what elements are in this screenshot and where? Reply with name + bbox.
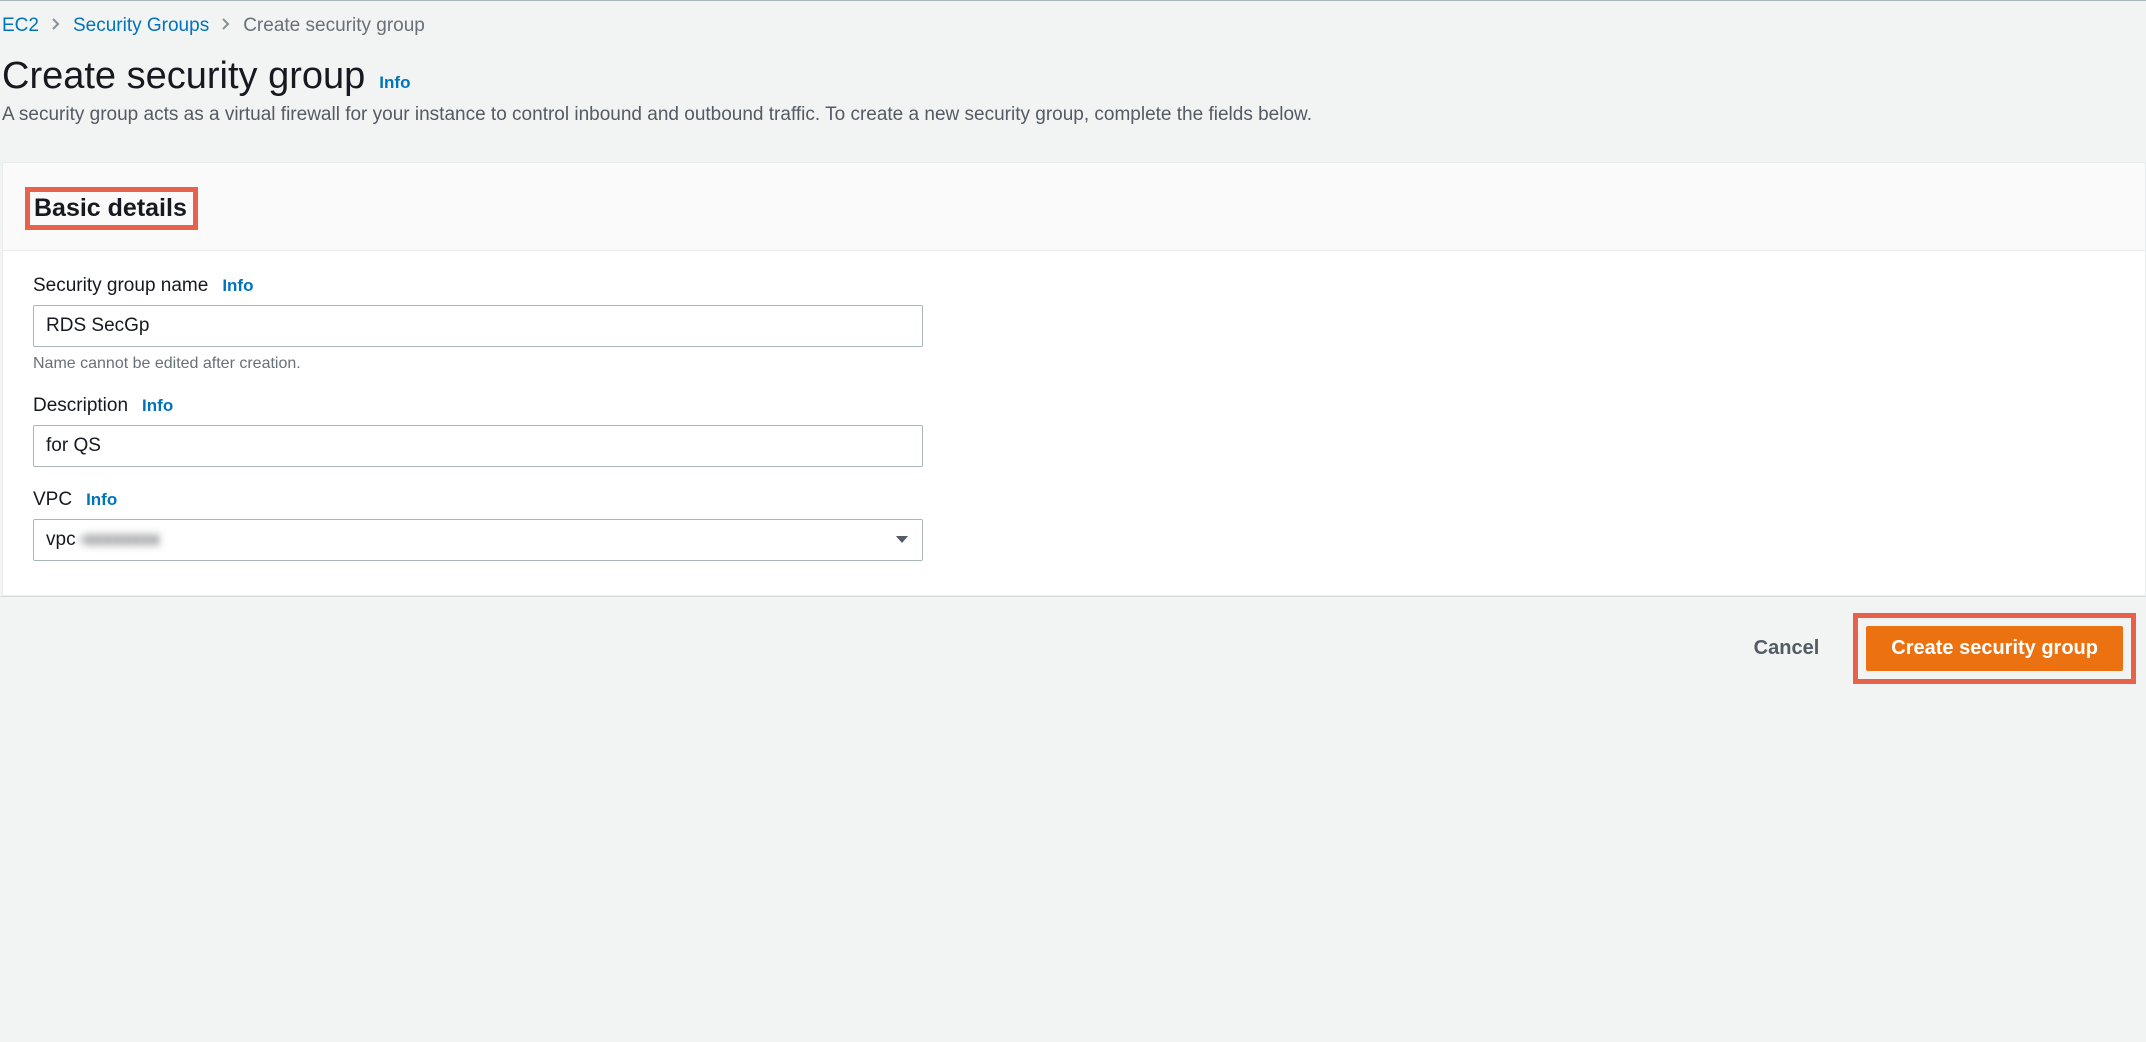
cancel-button[interactable]: Cancel	[1740, 627, 1834, 670]
info-link-vpc[interactable]: Info	[86, 490, 117, 510]
security-group-name-input[interactable]	[33, 305, 923, 347]
page-description: A security group acts as a virtual firew…	[2, 98, 2146, 126]
chevron-right-icon	[49, 17, 63, 36]
panel-title-highlight: Basic details	[25, 187, 198, 230]
vpc-value-redacted: -xxxxxxxx	[78, 529, 160, 551]
create-security-group-button[interactable]: Create security group	[1866, 626, 2123, 671]
label-description: Description	[33, 395, 128, 417]
breadcrumb: EC2 Security Groups Create security grou…	[2, 1, 2146, 37]
breadcrumb-link-ec2[interactable]: EC2	[2, 15, 39, 37]
breadcrumb-current: Create security group	[243, 15, 425, 37]
panel-title: Basic details	[34, 194, 187, 222]
vpc-select[interactable]: vpc-xxxxxxxx	[33, 519, 923, 561]
vpc-value-prefix: vpc	[46, 529, 76, 551]
label-vpc: VPC	[33, 489, 72, 511]
submit-highlight: Create security group	[1853, 613, 2136, 684]
page-title: Create security group	[2, 55, 365, 98]
info-link-description[interactable]: Info	[142, 396, 173, 416]
footer-bar: Cancel Create security group	[0, 596, 2146, 700]
breadcrumb-link-security-groups[interactable]: Security Groups	[73, 15, 209, 37]
label-security-group-name: Security group name	[33, 275, 208, 297]
chevron-right-icon	[219, 17, 233, 36]
info-link-page[interactable]: Info	[379, 73, 410, 93]
description-input[interactable]	[33, 425, 923, 467]
info-link-name[interactable]: Info	[222, 276, 253, 296]
basic-details-panel: Basic details Security group name Info N…	[2, 162, 2146, 596]
name-helper-text: Name cannot be edited after creation.	[33, 355, 2115, 373]
